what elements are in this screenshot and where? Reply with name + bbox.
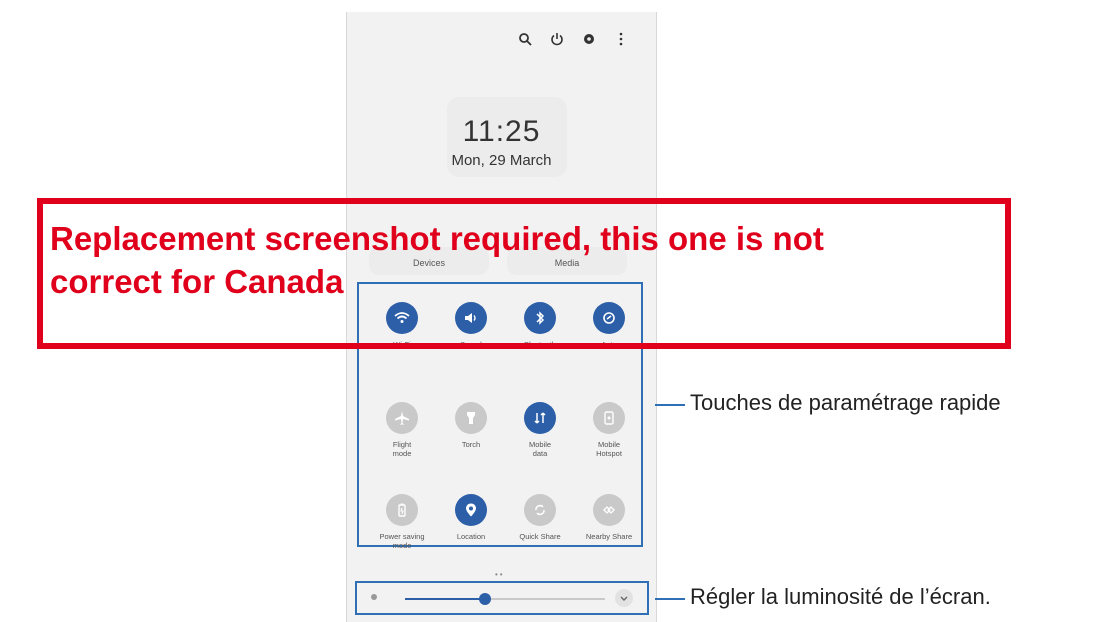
tile-mobile-hotspot[interactable]: Mobile Hotspot — [574, 402, 644, 458]
chevron-down-icon[interactable] — [615, 589, 633, 607]
tile-label: Location — [456, 532, 486, 541]
tile-label: Torch — [461, 440, 481, 449]
tile-label: Quick Share — [519, 532, 561, 541]
brightness-callout: Régler la luminosité de l’écran. — [690, 584, 991, 609]
brightness-thumb[interactable] — [479, 593, 491, 605]
tile-label: Mobile data — [528, 440, 552, 458]
tile-flight-mode[interactable]: Flight mode — [367, 402, 437, 458]
tile-label: Mobile Hotspot — [596, 440, 622, 458]
brightness-fill — [405, 598, 485, 600]
tile-mobile-data[interactable]: Mobile data — [505, 402, 575, 458]
tile-power-saving-mode[interactable]: Power saving mode — [367, 494, 437, 550]
clock-time: 11:25 — [462, 115, 541, 148]
brightness-bar — [355, 581, 649, 615]
top-icon-bar — [516, 30, 630, 48]
page-indicator: •• — [495, 570, 505, 579]
tile-label: Flight mode — [392, 440, 412, 458]
gear-icon[interactable] — [580, 30, 598, 48]
mobile-data-icon — [524, 402, 556, 434]
tile-location[interactable]: Location — [436, 494, 506, 541]
flashlight-icon — [455, 402, 487, 434]
search-icon[interactable] — [516, 30, 534, 48]
quick-share-icon — [524, 494, 556, 526]
tile-quick-share[interactable]: Quick Share — [505, 494, 575, 541]
quick-settings-leader — [655, 404, 685, 406]
brightness-leader — [655, 598, 685, 600]
hotspot-icon — [593, 402, 625, 434]
nearby-share-icon — [593, 494, 625, 526]
location-icon — [455, 494, 487, 526]
tile-label: Power saving mode — [379, 532, 425, 550]
power-icon[interactable] — [548, 30, 566, 48]
tile-label: Nearby Share — [585, 532, 633, 541]
more-vertical-icon[interactable] — [612, 30, 630, 48]
brightness-low-icon — [371, 594, 377, 600]
quick-settings-callout: Touches de paramétrage rapide — [690, 390, 1001, 415]
brightness-slider[interactable] — [405, 593, 605, 605]
battery-icon — [386, 494, 418, 526]
airplane-icon — [386, 402, 418, 434]
replacement-notice-text: Replacement screenshot required, this on… — [50, 220, 824, 300]
clock-date: Mon, 29 March — [451, 152, 552, 169]
tile-nearby-share[interactable]: Nearby Share — [574, 494, 644, 541]
tile-torch[interactable]: Torch — [436, 402, 506, 449]
